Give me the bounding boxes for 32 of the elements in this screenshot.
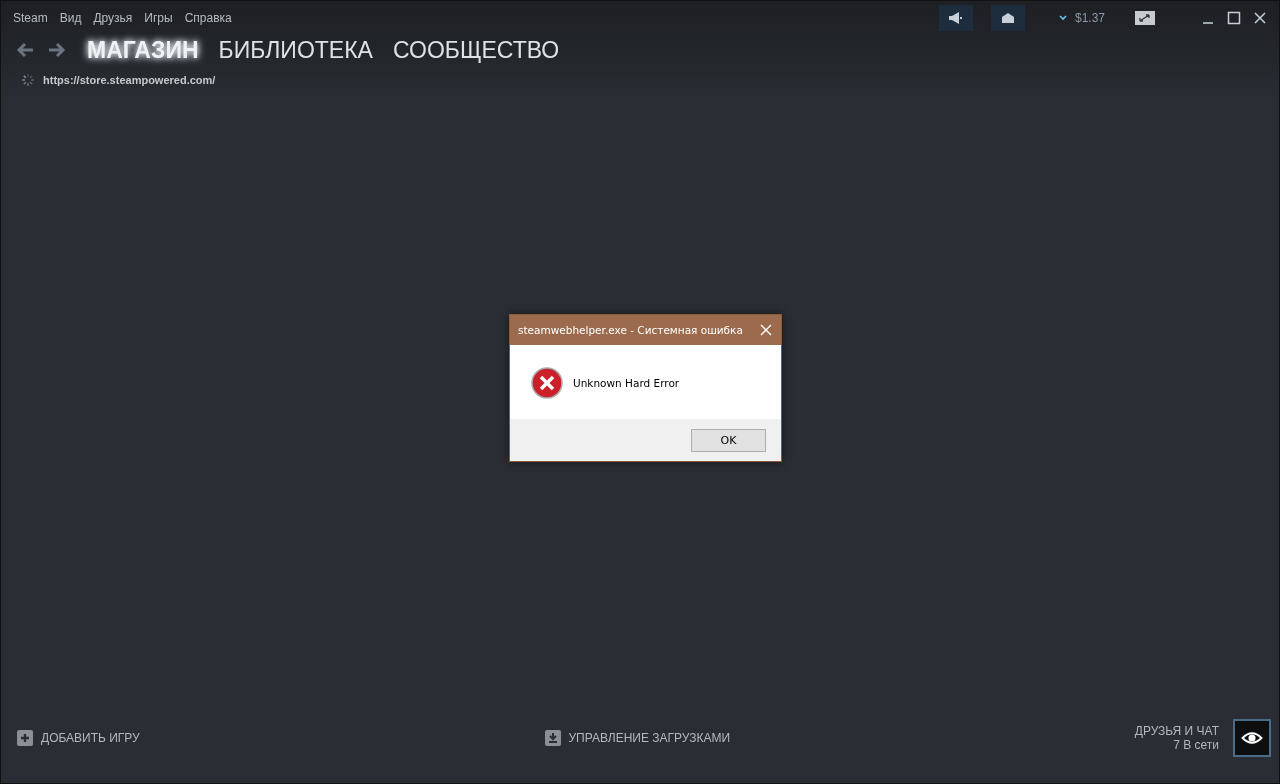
maximize-icon[interactable] bbox=[1227, 11, 1241, 25]
nav-tab[interactable]: МАГАЗИН bbox=[87, 36, 199, 64]
friends-chat-label[interactable]: ДРУЗЬЯ И ЧАТ bbox=[1134, 724, 1219, 738]
forward-arrow-icon[interactable] bbox=[47, 41, 67, 59]
wallet-balance[interactable]: $1.37 bbox=[1074, 11, 1105, 25]
announcement-button[interactable] bbox=[938, 5, 973, 31]
url-text: https://store.steampowered.com/ bbox=[43, 74, 216, 86]
error-icon bbox=[531, 367, 563, 399]
nav-tab[interactable]: СООБЩЕСТВО bbox=[392, 36, 560, 64]
chevron-down-icon[interactable] bbox=[1058, 15, 1067, 21]
plus-icon bbox=[17, 730, 33, 746]
menu-item[interactable]: Игры bbox=[144, 11, 173, 25]
ok-button[interactable]: OK bbox=[691, 428, 766, 452]
menu-item[interactable]: Вид bbox=[59, 11, 82, 25]
add-game-button[interactable]: ДОБАВИТЬ ИГРУ bbox=[17, 730, 140, 746]
megaphone-icon bbox=[947, 11, 964, 25]
eye-icon bbox=[1241, 729, 1263, 747]
menu-item[interactable]: Steam bbox=[13, 11, 48, 25]
notifications-button[interactable] bbox=[990, 5, 1025, 31]
menu-item[interactable]: Справка bbox=[184, 11, 232, 25]
menu-item[interactable]: Друзья bbox=[93, 11, 133, 25]
dialog-title: steamwebhelper.exe - Системная ошибка bbox=[518, 324, 743, 336]
download-icon bbox=[544, 730, 561, 746]
online-count: 7 В сети bbox=[1173, 738, 1219, 752]
big-picture-icon[interactable] bbox=[1135, 11, 1155, 25]
nav-tab[interactable]: БИБЛИОТЕКА bbox=[218, 36, 373, 64]
loading-spinner-icon bbox=[21, 73, 35, 87]
downloads-button[interactable]: УПРАВЛЕНИЕ ЗАГРУЗКАМИ bbox=[544, 730, 731, 746]
close-icon[interactable] bbox=[1253, 11, 1267, 25]
error-message: Unknown Hard Error bbox=[573, 377, 680, 389]
friends-chat-button[interactable] bbox=[1233, 719, 1271, 757]
back-arrow-icon[interactable] bbox=[15, 41, 35, 59]
